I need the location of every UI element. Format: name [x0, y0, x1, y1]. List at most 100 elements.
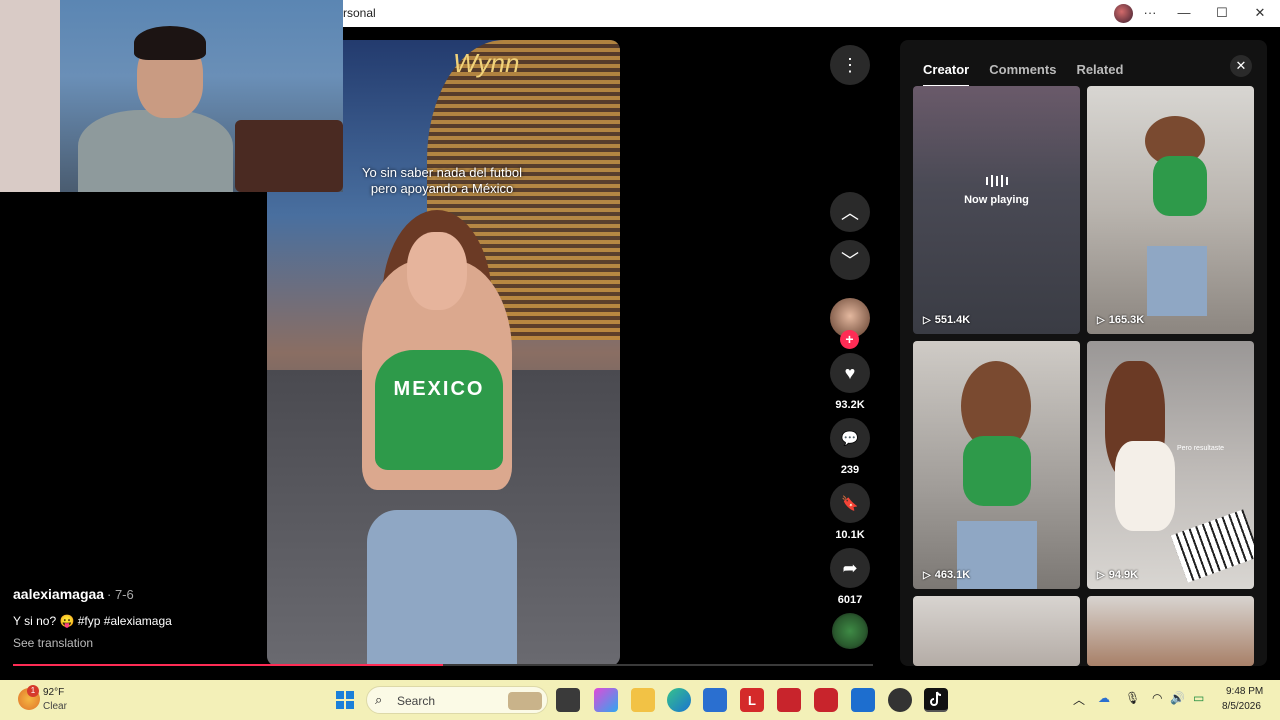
- heart-icon: ♥: [844, 362, 856, 383]
- search-icon: ⌕: [375, 692, 383, 707]
- thumb-figure-shirt: [1153, 156, 1207, 216]
- file-explorer-icon[interactable]: [631, 688, 655, 712]
- video-progress-fill: [13, 664, 443, 666]
- webcam-person-shirt: [78, 110, 233, 192]
- security-app-icon[interactable]: [814, 688, 838, 712]
- shirt-text: MEXICO: [393, 378, 485, 400]
- tab-related[interactable]: Related: [1076, 62, 1123, 87]
- play-icon: ▷: [923, 569, 931, 581]
- music-disc-icon[interactable]: [832, 613, 868, 649]
- search-highlight-icon[interactable]: [508, 692, 542, 710]
- thumb-figure-jeans: [1147, 246, 1207, 316]
- start-windows-icon[interactable]: [333, 688, 357, 712]
- hotel-sign: Wynn: [453, 48, 520, 78]
- screen: rsonal ··· — ☐ ✕ Wynn MEXICO Yo sin sabe…: [0, 0, 1280, 720]
- more-menu-icon[interactable]: ···: [1138, 3, 1162, 23]
- video-progress-bar[interactable]: [13, 664, 873, 666]
- play-icon: ▷: [1097, 569, 1105, 581]
- clock-date[interactable]: 8/5/2026: [1222, 701, 1261, 712]
- thumb-figure-top: [1115, 441, 1175, 531]
- more-vertical-icon: ⋮: [841, 54, 859, 75]
- view-count: ▷ 94.9K: [1097, 569, 1138, 581]
- obs-icon[interactable]: [888, 688, 912, 712]
- minimize-button[interactable]: —: [1172, 3, 1196, 23]
- video-thumbnail[interactable]: Now playing ▷ 551.4K: [913, 86, 1080, 334]
- store-icon[interactable]: [703, 688, 727, 712]
- save-count: 10.1K: [835, 529, 865, 541]
- weather-temperature: 92°F: [43, 687, 65, 698]
- view-count: ▷ 463.1K: [923, 569, 970, 581]
- caption-line-1: Yo sin saber nada del futbol: [362, 165, 522, 180]
- panel-tabs: Creator Comments Related: [923, 62, 1123, 87]
- l-app-icon[interactable]: L: [740, 688, 764, 712]
- view-count-value: 463.1K: [934, 569, 971, 581]
- bookmark-icon: 🔖: [841, 494, 859, 511]
- edge-browser-icon[interactable]: [667, 688, 691, 712]
- person-jeans: [367, 510, 517, 666]
- view-count-value: 165.3K: [1108, 314, 1145, 326]
- post-date: · 7-6: [107, 587, 134, 602]
- video-description: Y si no? 😛 #fyp #alexiamaga: [13, 614, 172, 628]
- chevron-down-icon: ﹀: [841, 251, 859, 271]
- webcam-person-hair: [134, 26, 206, 60]
- tab-comments[interactable]: Comments: [989, 62, 1056, 87]
- save-button[interactable]: 🔖: [830, 483, 870, 523]
- comment-button[interactable]: 💬: [830, 418, 870, 458]
- video-thumbnail[interactable]: [1087, 596, 1254, 666]
- video-thumbnail[interactable]: ▷ 165.3K: [1087, 86, 1254, 334]
- person-face: [407, 232, 467, 310]
- onedrive-cloud-icon[interactable]: ☁: [1098, 691, 1110, 705]
- weather-alert-badge: 1: [27, 685, 39, 697]
- tab-creator[interactable]: Creator: [923, 62, 970, 87]
- maximize-button[interactable]: ☐: [1210, 3, 1234, 23]
- copilot-icon[interactable]: [594, 688, 618, 712]
- battery-icon[interactable]: ▭: [1193, 691, 1204, 705]
- comment-count: 239: [840, 464, 860, 476]
- webcam-couch: [235, 120, 343, 192]
- thumb-overlay-text: Pero resultaste: [1177, 445, 1225, 452]
- mcafee-icon[interactable]: [777, 688, 801, 712]
- play-icon: ▷: [923, 314, 931, 326]
- now-playing-bars-icon: [984, 174, 1009, 188]
- follow-button[interactable]: +: [840, 330, 859, 349]
- microphone-icon[interactable]: 🎙: [1125, 691, 1140, 705]
- previous-video-button[interactable]: ︿: [830, 192, 870, 232]
- video-caption: Yo sin saber nada del futbol pero apoyan…: [327, 165, 557, 197]
- like-count: 93.2K: [835, 399, 865, 411]
- window-title: rsonal: [343, 6, 376, 20]
- task-view-icon[interactable]: [556, 688, 580, 712]
- share-count: 6017: [837, 594, 863, 606]
- see-translation-link[interactable]: See translation: [13, 636, 93, 650]
- view-count: ▷ 551.4K: [923, 314, 970, 326]
- next-video-button[interactable]: ﹀: [830, 240, 870, 280]
- person-shirt: [375, 350, 503, 470]
- tray-overflow-chevron-icon[interactable]: ︿: [1073, 691, 1085, 708]
- webcam-overlay: [0, 0, 343, 192]
- view-count-value: 551.4K: [934, 314, 971, 326]
- volume-icon[interactable]: 🔊: [1170, 691, 1185, 705]
- video-thumbnail[interactable]: [913, 596, 1080, 666]
- tiktok-app-icon[interactable]: [924, 688, 948, 712]
- search-placeholder: Search: [397, 694, 436, 708]
- share-button[interactable]: ➦: [830, 548, 870, 588]
- video-thumbnail[interactable]: ▷ 463.1K: [913, 341, 1080, 589]
- caption-line-2: pero apoyando a México: [370, 181, 514, 196]
- now-playing-label: Now playing: [964, 194, 1029, 206]
- like-button[interactable]: ♥: [830, 353, 870, 393]
- clock-time[interactable]: 9:48 PM: [1226, 686, 1263, 697]
- wifi-icon[interactable]: ◠: [1152, 691, 1162, 705]
- panel-close-button[interactable]: ✕: [1230, 55, 1252, 77]
- share-icon: ➦: [842, 557, 858, 578]
- side-panel: Creator Comments Related ✕ Now playing ▷…: [900, 40, 1267, 666]
- close-window-button[interactable]: ✕: [1248, 3, 1272, 23]
- video-thumbnail[interactable]: Pero resultaste ▷ 94.9K: [1087, 341, 1254, 589]
- profile-avatar[interactable]: [1114, 4, 1133, 23]
- comment-icon: 💬: [841, 429, 859, 446]
- author-username[interactable]: aalexiamagaa: [13, 586, 104, 602]
- more-options-button[interactable]: ⋮: [830, 45, 870, 85]
- play-icon: ▷: [1097, 314, 1105, 326]
- weather-condition: Clear: [43, 701, 67, 712]
- outlook-icon[interactable]: [851, 688, 875, 712]
- view-count-value: 94.9K: [1108, 569, 1139, 581]
- view-count: ▷ 165.3K: [1097, 314, 1144, 326]
